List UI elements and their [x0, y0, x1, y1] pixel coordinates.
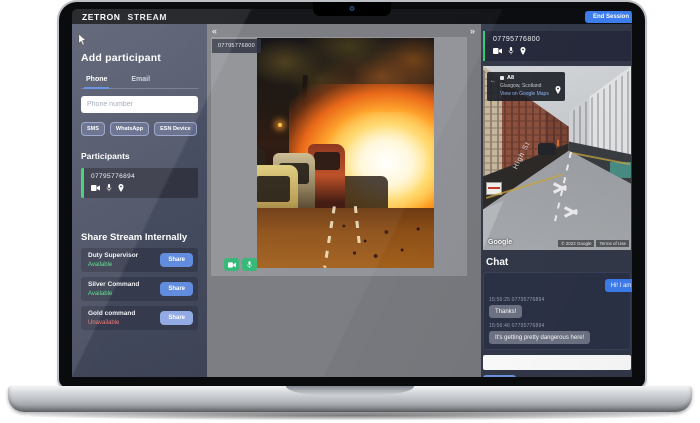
share-row-duty-supervisor: Duty Supervisor Available Share	[81, 248, 198, 272]
share-stream-title: Share Stream Internally	[81, 232, 198, 243]
chat-sender: 07795776894	[512, 297, 545, 303]
chat-title: Chat	[486, 257, 631, 268]
mouse-cursor-icon	[78, 33, 87, 51]
chat-message-outgoing: Hi! I am here	[605, 279, 632, 292]
contact-method-tabs: Phone Email	[81, 76, 198, 89]
map-location-overlay: ← A8 Glasgow, Scotland View on Google Ma…	[487, 72, 565, 101]
street-view-map[interactable]: High St ← A8 Glasgow, Scotland View on G…	[483, 66, 631, 250]
main-layout: Add participant Phone Email SMS WhatsApp…	[72, 24, 632, 377]
sidebar: Add participant Phone Email SMS WhatsApp…	[72, 24, 207, 377]
collapse-left-icon[interactable]: «	[212, 27, 217, 36]
stream-viewport: « » 07795776800	[207, 24, 481, 377]
video-stage: 07795776800	[211, 37, 467, 276]
brand-secondary: STREAM	[128, 12, 168, 22]
laptop-bezel: ZETRON STREAM End Session Add participan…	[59, 2, 645, 388]
chat-message-incoming: It's getting pretty dangerous here!	[489, 331, 590, 344]
video-icon[interactable]	[493, 48, 502, 54]
share-button[interactable]: Share	[160, 253, 193, 267]
esn-device-button[interactable]: ESN Device	[154, 122, 197, 136]
road-badge: A8	[507, 75, 514, 81]
details-panel: 07795776800	[481, 24, 632, 377]
location-pin-icon[interactable]	[520, 47, 526, 55]
map-pin-icon[interactable]	[555, 81, 561, 99]
laptop-notch	[313, 2, 391, 16]
chat-timestamp: 15:56:46	[489, 323, 510, 329]
share-target-name: Duty Supervisor	[88, 252, 138, 259]
brand-logo: ZETRON STREAM	[82, 12, 167, 22]
camera-toggle-button[interactable]	[224, 258, 239, 271]
video-icon[interactable]	[91, 185, 100, 191]
share-button[interactable]: Share	[160, 311, 193, 325]
stream-caller-id: 07795776800	[212, 39, 261, 53]
sms-button[interactable]: SMS	[81, 122, 105, 136]
map-copyright: © 2022 Google	[558, 240, 594, 247]
map-location-text: Glasgow, Scotland	[500, 83, 549, 89]
send-button[interactable]: Send	[483, 375, 516, 377]
end-session-button[interactable]: End Session	[585, 11, 632, 23]
invite-buttons-row: SMS WhatsApp ESN Device	[81, 122, 198, 136]
lane-arrow	[553, 182, 571, 195]
chat-message-meta: 15:56:46 07795776894	[489, 323, 625, 329]
share-target-name: Silver Command	[88, 281, 139, 288]
chat-message-input[interactable]	[483, 355, 631, 370]
lane-arrow	[564, 206, 582, 219]
participant-number: 07795776894	[91, 173, 191, 180]
laptop-base	[8, 386, 692, 412]
back-arrow-icon[interactable]: ←	[490, 78, 496, 84]
brand-primary: ZETRON	[82, 12, 121, 22]
tab-phone[interactable]: Phone	[84, 76, 109, 89]
location-pin-icon[interactable]	[118, 184, 124, 192]
share-row-silver-command: Silver Command Available Share	[81, 277, 198, 301]
share-row-gold-command: Gold command Unavailable Share	[81, 306, 198, 330]
share-target-status: Unavailable	[88, 320, 135, 326]
road-badge-icon	[500, 76, 504, 80]
google-watermark: Google	[488, 239, 512, 246]
laptop-display: ZETRON STREAM End Session Add participan…	[72, 9, 632, 377]
live-video-feed	[257, 38, 434, 268]
chat-sender: 07795776894	[512, 323, 545, 329]
chat-timestamp: 15:56:25	[489, 297, 510, 303]
stream-av-controls	[224, 258, 257, 271]
chat-message-incoming: Thanks!	[489, 305, 522, 318]
chat-message-list: Hi! I am here 15:56:25 07795776894 Thank…	[483, 272, 631, 350]
participants-title: Participants	[81, 151, 198, 161]
webcam-icon	[350, 6, 355, 11]
street-car	[538, 143, 556, 155]
tab-email[interactable]: Email	[129, 76, 152, 88]
share-target-status: Available	[88, 291, 139, 297]
expand-right-icon[interactable]: »	[470, 27, 475, 36]
mic-toggle-button[interactable]	[242, 258, 257, 271]
caller-card: 07795776800	[483, 31, 631, 61]
whatsapp-button[interactable]: WhatsApp	[110, 122, 149, 136]
add-participant-title: Add participant	[81, 52, 198, 64]
share-target-name: Gold command	[88, 310, 135, 317]
laptop-lid-scoop	[286, 386, 414, 395]
phone-number-input[interactable]	[81, 96, 198, 113]
participant-card: 07795776894	[81, 168, 198, 198]
terms-of-use-link[interactable]: Terms of Use	[596, 240, 629, 247]
chat-message-meta: 15:56:25 07795776894	[489, 297, 625, 303]
view-on-google-maps-link[interactable]: View on Google Maps	[500, 91, 549, 97]
mic-icon[interactable]	[508, 47, 514, 55]
mic-icon[interactable]	[106, 184, 112, 192]
share-target-status: Available	[88, 262, 138, 268]
laptop-shadow	[30, 411, 670, 420]
share-button[interactable]: Share	[160, 282, 193, 296]
caller-number: 07795776800	[493, 36, 623, 43]
